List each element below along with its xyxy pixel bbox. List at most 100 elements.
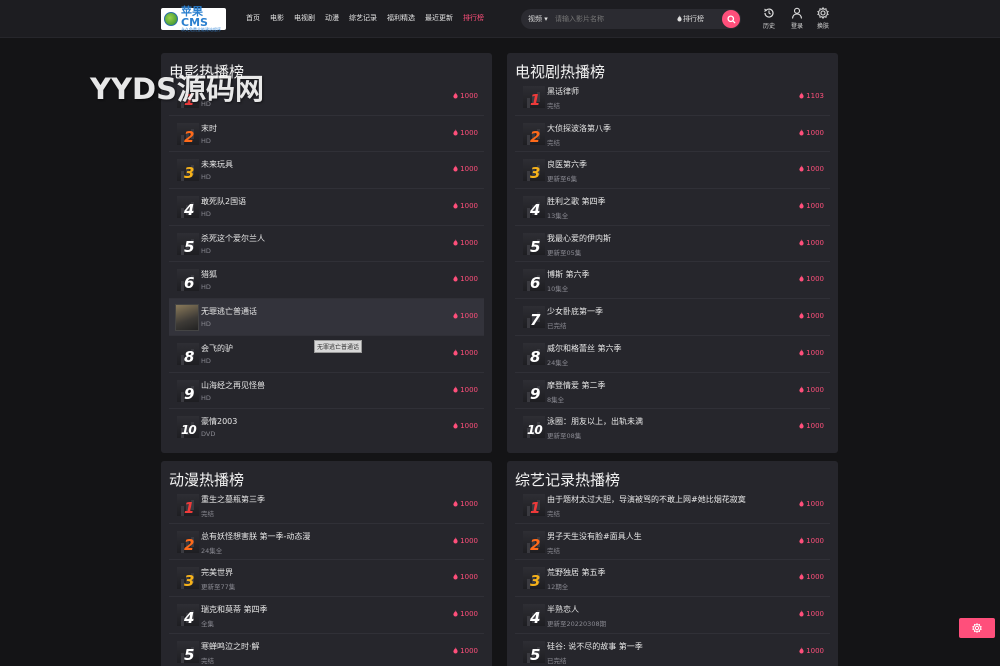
list-item[interactable]: 9 山海经之再见怪兽 HD 1000	[169, 373, 484, 410]
list-item[interactable]: 6 博斯 第六季 10集全 1000	[515, 262, 830, 300]
rank-number: 10	[527, 423, 543, 438]
list-item[interactable]: 2 总有妖怪想害朕 第一季-动态漫 24集全 1000	[169, 524, 484, 561]
list-item[interactable]: 3 未来玩具 HD 1000	[169, 152, 484, 190]
list-item[interactable]: 无罪逃亡普通话 HD 1000	[169, 299, 484, 336]
item-title: 大侦探波洛第八季	[547, 123, 611, 133]
list-item[interactable]: 2 末时 HD 1000	[169, 116, 484, 153]
rank-badge: 2	[523, 530, 545, 554]
list-item[interactable]: 3 良医第六季 更新至6集 1000	[515, 152, 830, 190]
item-title: 无罪逃亡普通话	[201, 307, 257, 317]
item-hot-count: 1000	[453, 128, 478, 137]
search-bar: 视频 ▾ 排行榜	[521, 9, 741, 29]
logo-title: 苹果CMS	[181, 5, 208, 29]
flame-icon	[799, 422, 804, 429]
list-item[interactable]: 1 黑话律师 完结 1103	[515, 79, 830, 116]
list-item[interactable]: 6 猎狐 HD 1000	[169, 262, 484, 300]
list-item[interactable]: 4 敢死队2国语 HD 1000	[169, 189, 484, 226]
item-title: 摩登情爱 第二季	[547, 380, 606, 390]
flame-icon	[799, 238, 804, 246]
flame-icon	[799, 610, 804, 617]
nav-item-home[interactable]: 首页	[246, 13, 260, 23]
list-item[interactable]: 5 我最心爱的伊内斯 更新至05集 1000	[515, 226, 830, 263]
item-title: 硅谷: 说不尽的故事 第一季	[547, 641, 643, 651]
item-hot-count: 1000	[453, 646, 478, 655]
watermark-text: YYDS源码网	[90, 72, 264, 106]
list-item[interactable]: 5 杀死这个爱尔兰人 HD 1000	[169, 226, 484, 263]
list-item[interactable]: 2 大侦探波洛第八季 完结 1000	[515, 116, 830, 153]
list-item[interactable]: 7 少女卧底第一季 已完结 1000	[515, 299, 830, 336]
rank-badge: 6	[177, 269, 199, 292]
item-status: 已完结	[547, 656, 567, 665]
list-item[interactable]: 3 荒野独居 第五季 12期全 1000	[515, 560, 830, 598]
item-status: 已完结	[547, 322, 567, 331]
rank-number: 5	[530, 645, 541, 664]
item-hot-count: 1000	[799, 312, 824, 320]
rank-badge: 4	[523, 604, 545, 627]
nav-item-variety[interactable]: 综艺记录	[349, 13, 377, 23]
item-title: 泳圈：朋友以上，出轨未满	[547, 417, 643, 427]
list-item[interactable]: 5 硅谷: 说不尽的故事 第一季 已完结 1000	[515, 634, 830, 666]
list-item[interactable]: 4 瑞克和莫蒂 第四季 全集 1000	[169, 597, 484, 634]
list-item[interactable]: 10 豪情2003 DVD 1000	[169, 409, 484, 446]
flame-icon	[453, 275, 458, 282]
item-status: HD	[201, 356, 211, 365]
list-item[interactable]: 2 男子天生没有脸#面具人生 完结 1000	[515, 524, 830, 561]
search-input[interactable]	[555, 12, 665, 26]
item-title: 胜利之歌 第四季	[547, 197, 606, 207]
item-hot-count: 1000	[799, 385, 824, 394]
item-title: 寒蝉鸣泣之时·解	[201, 641, 260, 651]
search-button[interactable]	[722, 10, 740, 28]
list-item[interactable]: 9 摩登情爱 第二季 8集全 1000	[515, 373, 830, 410]
login-button[interactable]: 登录	[784, 7, 810, 30]
nav-item-ranking[interactable]: 排行榜	[463, 13, 484, 23]
rank-number: 9	[184, 384, 195, 403]
item-status: 10集全	[547, 285, 569, 294]
list-item[interactable]: 5 寒蝉鸣泣之时·解 完结 1000	[169, 634, 484, 666]
search-ranking-link[interactable]: 排行榜	[677, 14, 704, 24]
skin-button[interactable]: 换肤	[810, 7, 836, 30]
rank-badge: 9	[523, 379, 545, 403]
flame-icon	[453, 238, 458, 246]
history-button[interactable]: 历史	[756, 7, 782, 30]
nav-item-anime[interactable]: 动漫	[325, 13, 339, 23]
rank-badge: 3	[523, 567, 545, 591]
item-status: 完结	[201, 510, 214, 518]
item-status: HD	[201, 136, 211, 145]
nav-item-latest[interactable]: 最近更新	[425, 13, 453, 23]
site-logo[interactable]: 苹果CMS 永久免费全能建站程序	[161, 5, 226, 32]
flame-icon	[799, 646, 804, 654]
rank-number: 3	[530, 572, 541, 591]
main-nav: 首页 电影 电视剧 动漫 综艺记录 福利精选 最近更新 排行榜	[246, 13, 494, 23]
item-hot-count: 1000	[453, 202, 478, 210]
item-title: 少女卧底第一季	[547, 307, 603, 317]
list-item[interactable]: 1 重生之墓瓶第三季 完结 1000	[169, 487, 484, 524]
item-status: 完结	[547, 510, 560, 518]
list-item[interactable]: 8 威尔和格蕾丝 第六季 24集全 1000	[515, 336, 830, 373]
item-hot-count: 1000	[799, 646, 824, 655]
rank-number: 6	[530, 274, 541, 293]
flame-icon	[799, 202, 804, 209]
flame-icon	[799, 275, 804, 282]
item-hot-count: 1000	[799, 348, 824, 357]
flame-icon	[799, 348, 804, 356]
theme-toggle-button[interactable]	[959, 618, 995, 638]
item-hot-count: 1000	[453, 348, 478, 357]
flame-icon	[799, 573, 804, 580]
nav-item-tv[interactable]: 电视剧	[294, 13, 315, 23]
list-item[interactable]: 1 由于题材太过大胆，导演被骂的不敢上网#她比烟花寂寞 完结 1000	[515, 487, 830, 524]
rank-number: 10	[181, 423, 197, 438]
list-item[interactable]: 3 完美世界 更新至77集 1000	[169, 560, 484, 598]
item-status: HD	[201, 246, 211, 255]
nav-item-featured[interactable]: 福利精选	[387, 13, 415, 23]
rank-number: 8	[530, 347, 541, 366]
item-title: 男子天生没有脸#面具人生	[547, 531, 642, 541]
list-item[interactable]: 4 半熟恋人 更新至20220308期 1000	[515, 597, 830, 634]
nav-item-movie[interactable]: 电影	[270, 13, 284, 23]
list-item[interactable]: 4 胜利之歌 第四季 13集全 1000	[515, 189, 830, 226]
list-item[interactable]: 10 泳圈：朋友以上，出轨未满 更新至08集 1000	[515, 409, 830, 446]
login-label: 登录	[790, 23, 803, 30]
item-title: 会飞的驴	[201, 343, 233, 353]
item-title: 瑞克和莫蒂 第四季	[201, 605, 268, 615]
gear-icon	[817, 7, 829, 19]
search-type-dropdown[interactable]: 视频 ▾	[528, 14, 548, 24]
